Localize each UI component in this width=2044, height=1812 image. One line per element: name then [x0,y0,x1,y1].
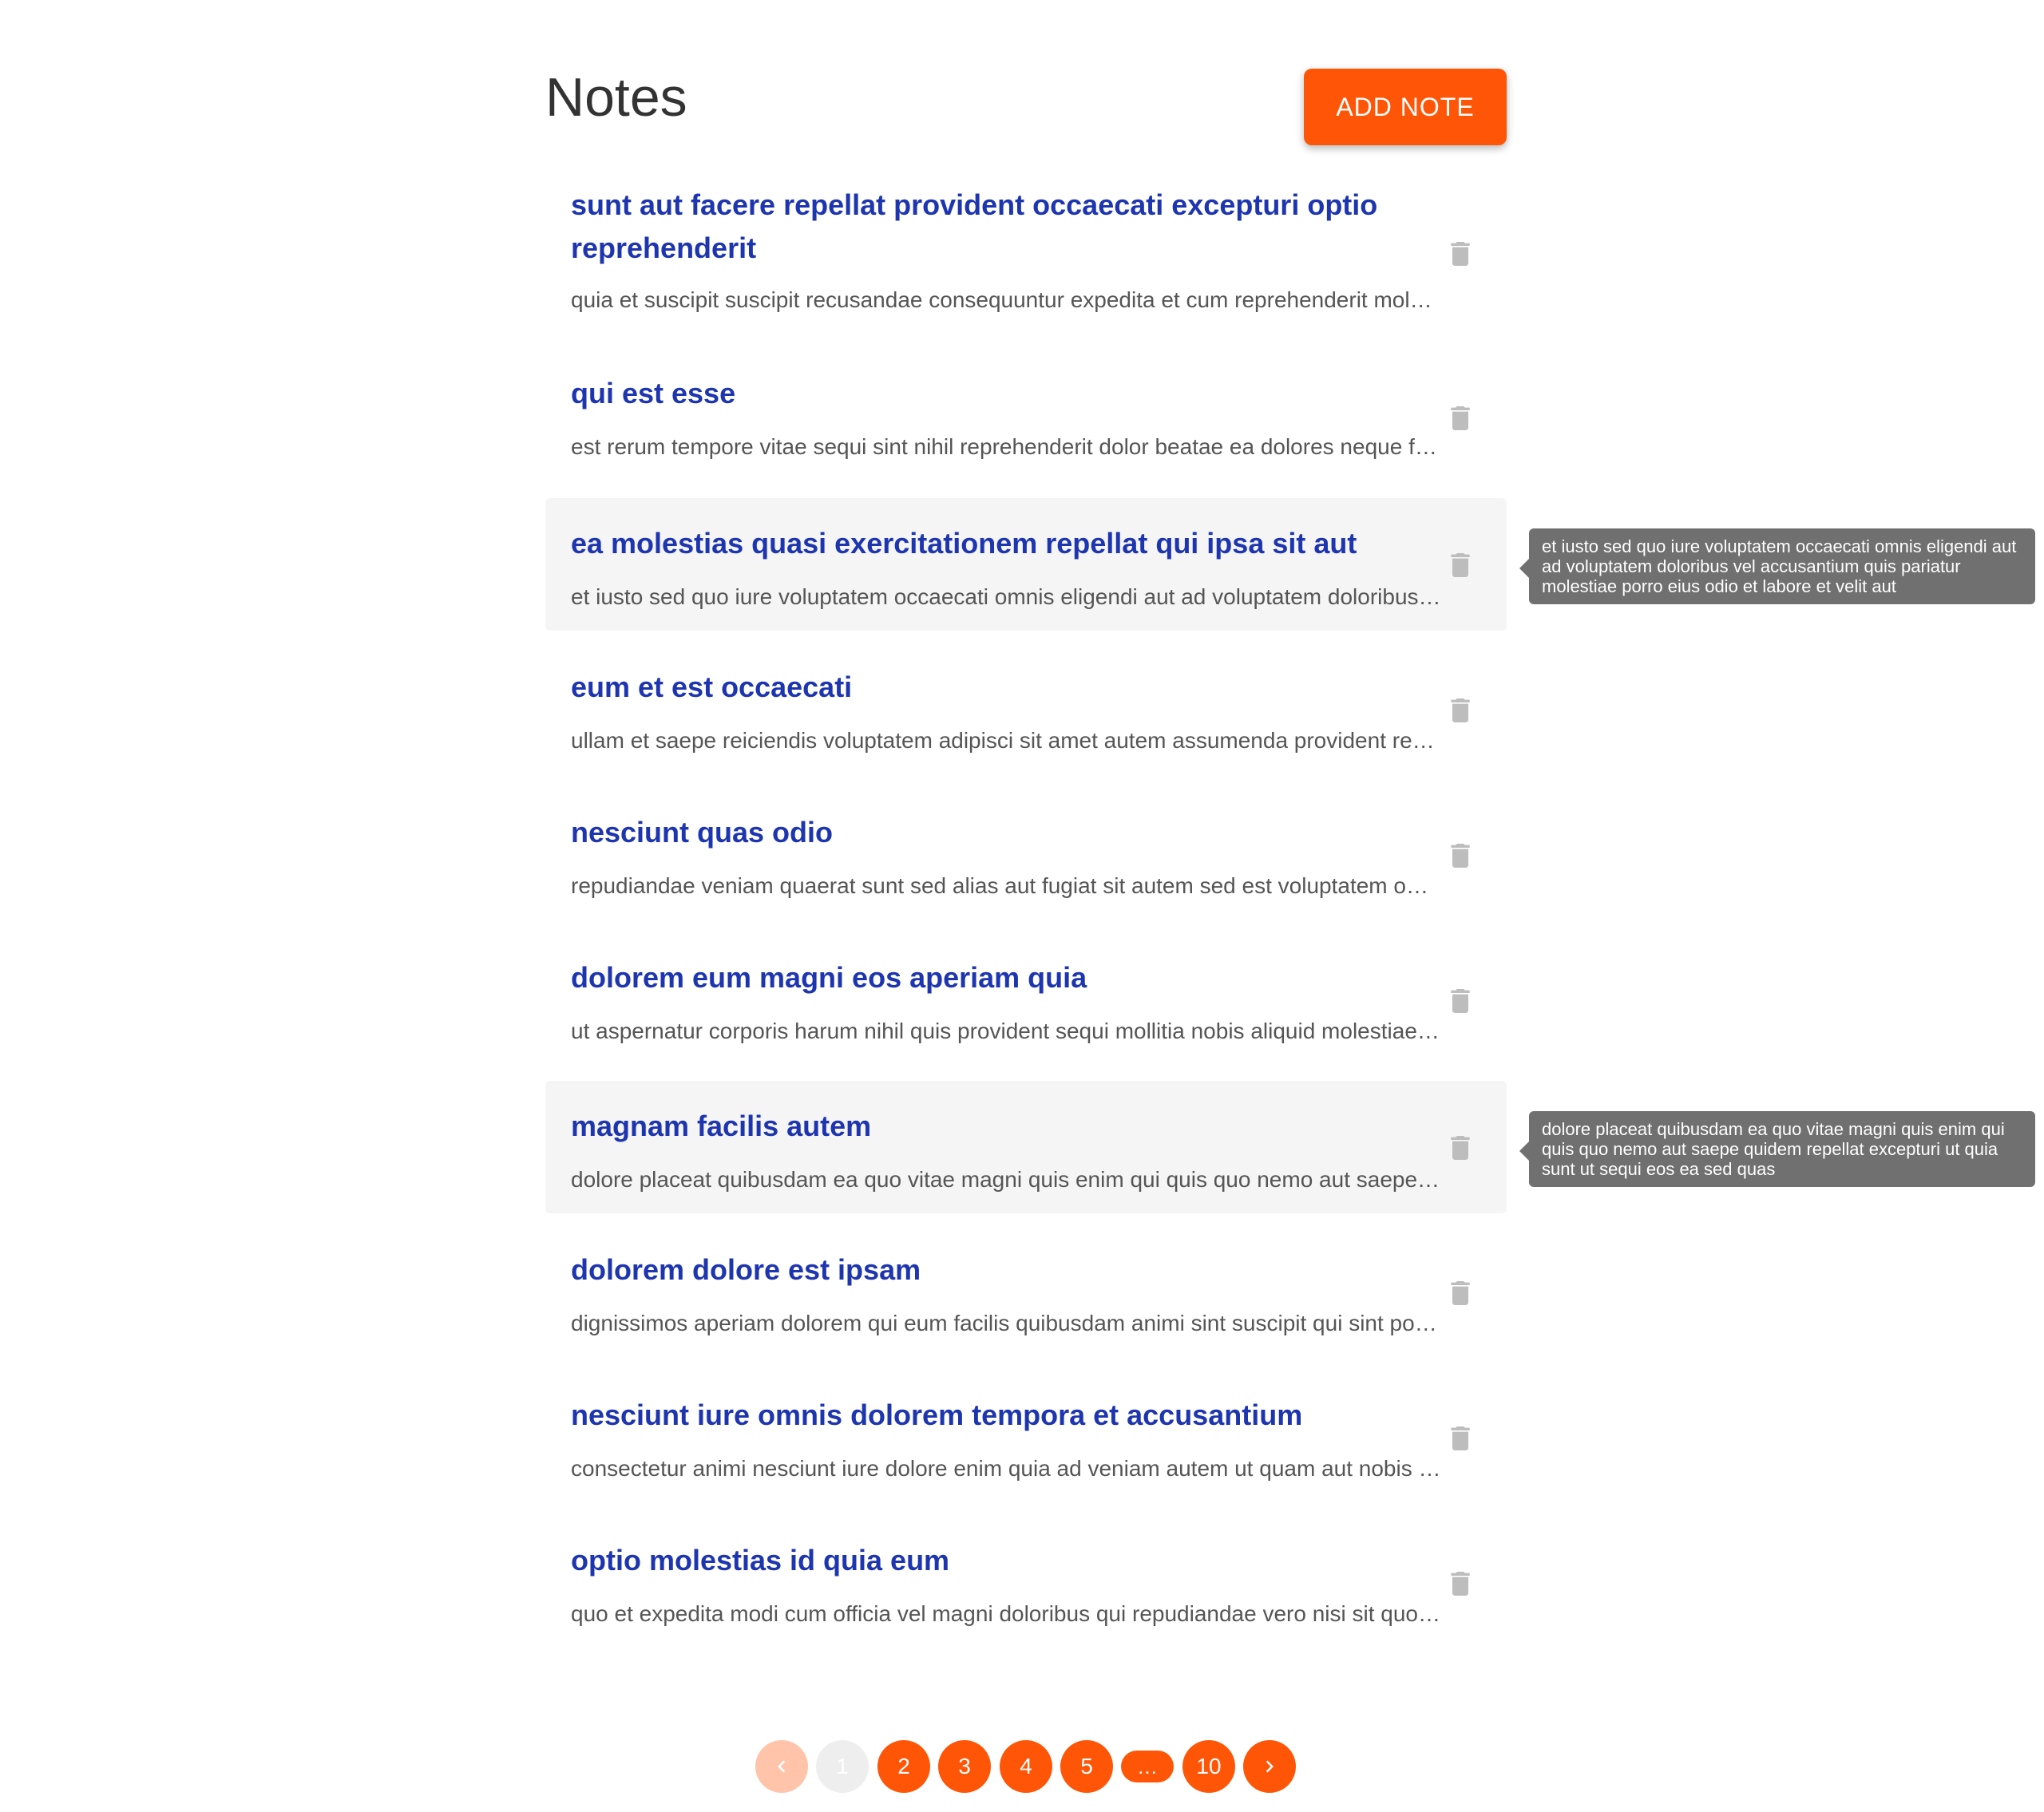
note-tooltip: et iusto sed quo iure voluptatem occaeca… [1519,528,2035,604]
trash-icon[interactable] [1444,548,1476,583]
page-button-4[interactable]: 4 [1000,1740,1052,1793]
tooltip-text: et iusto sed quo iure voluptatem occaeca… [1542,536,2017,596]
tooltip-arrow [1519,559,1529,578]
note-body: dignissimos aperiam dolorem qui eum faci… [571,1311,1441,1335]
note-body: consectetur animi nesciunt iure dolore e… [571,1456,1441,1481]
page-button-1[interactable]: 1 [816,1740,869,1793]
page-title: Notes [545,67,687,128]
page-button-5[interactable]: 5 [1060,1740,1113,1793]
trash-icon[interactable] [1444,1421,1476,1456]
note-item[interactable]: dolorem eum magni eos aperiam quia ut as… [545,936,1507,1066]
note-item[interactable]: sunt aut facere repellat provident occae… [545,177,1507,334]
note-body: et iusto sed quo iure voluptatem occaeca… [571,584,1441,609]
note-body: est rerum tempore vitae sequi sint nihil… [571,434,1441,459]
note-body: quia et suscipit suscipit recusandae con… [571,287,1441,312]
page-ellipsis[interactable]: … [1121,1751,1174,1782]
trash-icon[interactable] [1444,401,1476,436]
trash-icon[interactable] [1444,838,1476,873]
note-item[interactable]: nesciunt quas odio repudiandae veniam qu… [545,790,1507,921]
note-title[interactable]: ea molestias quasi exercitationem repell… [571,522,1433,565]
note-title[interactable]: nesciunt quas odio [571,811,1433,854]
page-button-3[interactable]: 3 [938,1740,991,1793]
notes-app: Notes ADD NOTE sunt aut facere repellat … [0,0,2044,1812]
note-title[interactable]: optio molestias id quia eum [571,1539,1433,1582]
note-tooltip: dolore placeat quibusdam ea quo vitae ma… [1519,1111,2035,1187]
trash-icon[interactable] [1444,983,1476,1019]
note-body: quo et expedita modi cum officia vel mag… [571,1601,1441,1626]
note-item[interactable]: nesciunt iure omnis dolorem tempora et a… [545,1373,1507,1504]
trash-icon[interactable] [1444,1130,1476,1165]
note-item[interactable]: dolorem dolore est ipsam dignissimos ape… [545,1228,1507,1359]
add-note-button[interactable]: ADD NOTE [1304,69,1507,145]
note-item[interactable]: eum et est occaecati ullam et saepe reic… [545,645,1507,776]
note-item[interactable]: magnam facilis autem dolore placeat quib… [545,1081,1507,1213]
note-title[interactable]: dolorem dolore est ipsam [571,1248,1433,1292]
chevron-left-icon [778,1760,786,1773]
trash-icon[interactable] [1444,1566,1476,1601]
note-title[interactable]: sunt aut facere repellat provident occae… [571,184,1433,270]
note-item[interactable]: ea molestias quasi exercitationem repell… [545,498,1507,631]
note-body: dolore placeat quibusdam ea quo vitae ma… [571,1167,1441,1192]
note-body: repudiandae veniam quaerat sunt sed alia… [571,873,1441,898]
tooltip-text: dolore placeat quibusdam ea quo vitae ma… [1542,1119,2005,1179]
trash-icon[interactable] [1444,693,1476,728]
prev-page-button[interactable] [755,1740,808,1793]
note-title[interactable]: dolorem eum magni eos aperiam quia [571,956,1433,999]
page-button-10[interactable]: 10 [1182,1740,1235,1793]
note-body: ut aspernatur corporis harum nihil quis … [571,1019,1441,1043]
note-title[interactable]: eum et est occaecati [571,666,1433,709]
note-title[interactable]: qui est esse [571,372,1433,415]
note-body: ullam et saepe reiciendis voluptatem adi… [571,728,1441,753]
note-title[interactable]: magnam facilis autem [571,1105,1433,1148]
trash-icon[interactable] [1444,236,1476,271]
note-title[interactable]: nesciunt iure omnis dolorem tempora et a… [571,1394,1433,1437]
page-button-2[interactable]: 2 [877,1740,930,1793]
next-page-button[interactable] [1243,1740,1296,1793]
trash-icon[interactable] [1444,1276,1476,1311]
tooltip-arrow [1519,1141,1529,1161]
note-item[interactable]: optio molestias id quia eum quo et exped… [545,1518,1507,1649]
note-item[interactable]: qui est esse est rerum tempore vitae seq… [545,366,1507,497]
chevron-right-icon [1266,1760,1274,1773]
